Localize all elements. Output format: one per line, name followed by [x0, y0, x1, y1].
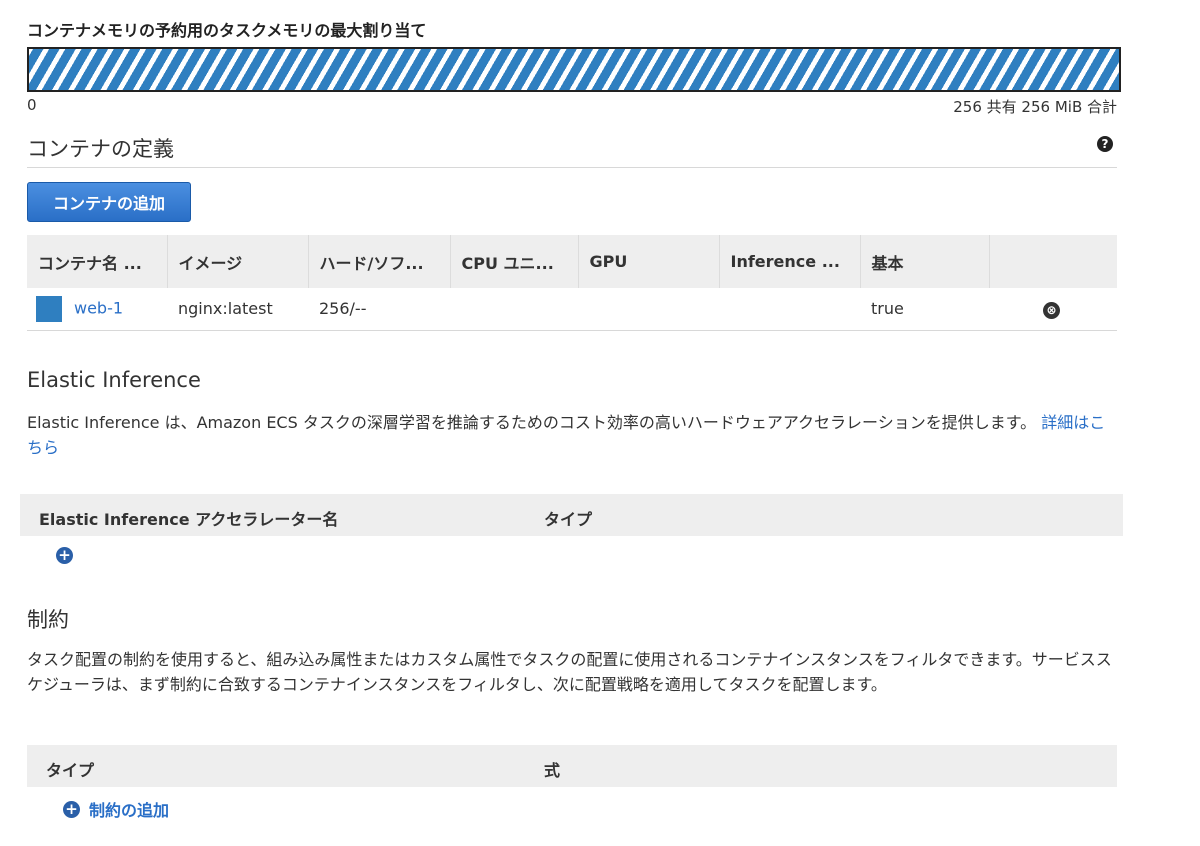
cell-image: nginx:latest — [178, 299, 273, 319]
column-header-container-name[interactable]: コンテナ名 ... — [27, 235, 168, 288]
constraints-table-header: タイプ 式 — [27, 745, 1117, 787]
container-definitions-title: コンテナの定義 — [27, 137, 174, 161]
add-constraint-button[interactable]: + 制約の追加 — [63, 797, 169, 821]
divider — [27, 167, 1117, 168]
add-constraint-label: 制約の追加 — [89, 801, 170, 820]
table-header-row: コンテナ名 ... イメージ ハード/ソフ... CPU ユニ... GPU I… — [27, 235, 1117, 288]
add-accelerator-icon[interactable]: + — [56, 547, 73, 564]
cell-cpu — [450, 288, 578, 330]
column-header-memory[interactable]: ハード/ソフ... — [308, 235, 451, 288]
container-table: コンテナ名 ... イメージ ハード/ソフ... CPU ユニ... GPU I… — [27, 235, 1117, 331]
elastic-inference-description-text: Elastic Inference は、Amazon ECS タスクの深層学習を… — [27, 413, 1037, 432]
column-header-constraint-type: タイプ — [46, 761, 95, 780]
elastic-inference-title: Elastic Inference — [27, 368, 201, 392]
add-constraint-icon: + — [63, 800, 80, 818]
memory-min-label: 0 — [27, 96, 37, 114]
container-name-link[interactable]: web-1 — [74, 298, 123, 317]
cell-gpu — [578, 288, 719, 330]
cell-essential: true — [871, 299, 904, 319]
remove-container-icon[interactable]: ⊗ — [1043, 301, 1060, 319]
column-header-actions — [989, 235, 1117, 288]
help-icon[interactable]: ? — [1097, 136, 1113, 152]
cell-actions: ⊗ — [989, 288, 1117, 330]
elastic-inference-table-header: Elastic Inference アクセラレーター名 タイプ — [20, 494, 1123, 536]
column-header-accelerator-type: タイプ — [544, 510, 593, 529]
cell-container-name: web-1 — [27, 288, 167, 330]
column-header-cpu[interactable]: CPU ユニ... — [450, 235, 579, 288]
constraints-description: タスク配置の制約を使用すると、組み込み属性またはカスタム属性でタスクの配置に使用… — [27, 650, 1112, 694]
cell-inference — [719, 288, 860, 330]
column-header-expression: 式 — [544, 761, 561, 780]
constraints-title: 制約 — [27, 608, 69, 632]
cell-memory: 256/-- — [319, 299, 367, 319]
add-container-button[interactable]: コンテナの追加 — [27, 182, 191, 222]
elastic-inference-description: Elastic Inference は、Amazon ECS タスクの深層学習を… — [27, 410, 1117, 460]
column-header-accelerator-name: Elastic Inference アクセラレーター名 — [39, 510, 339, 529]
memory-allocation-bar — [27, 47, 1121, 92]
memory-allocation-title: コンテナメモリの予約用のタスクメモリの最大割り当て — [27, 21, 427, 40]
column-header-essential[interactable]: 基本 — [860, 235, 990, 288]
container-color-swatch — [36, 295, 62, 322]
column-header-inference[interactable]: Inference ... — [719, 235, 861, 288]
memory-max-label: 256 共有 256 MiB 合計 — [953, 98, 1117, 116]
column-header-image[interactable]: イメージ — [167, 235, 309, 288]
column-header-gpu[interactable]: GPU — [578, 235, 720, 288]
table-row: web-1 nginx:latest 256/-- true ⊗ — [27, 288, 1117, 330]
